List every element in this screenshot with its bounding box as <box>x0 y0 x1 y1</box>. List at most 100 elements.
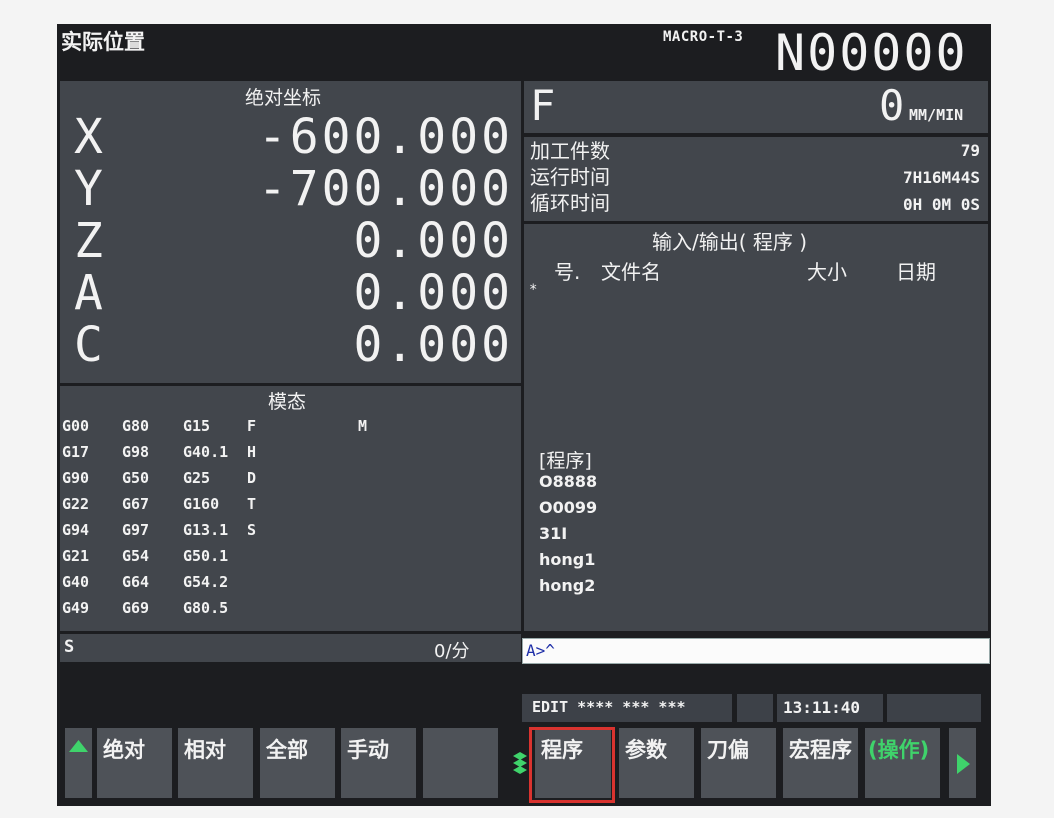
feed-rate-panel: F 0 MM/MIN <box>524 81 988 133</box>
modal-code: T <box>247 495 257 513</box>
axis-name: C <box>74 317 103 373</box>
feed-value: 0 <box>879 81 905 130</box>
modal-code: D <box>247 469 257 487</box>
key-input-buffer[interactable]: A>^ <box>522 638 990 664</box>
axis-value: 0.000 <box>353 265 513 321</box>
softkey-blank[interactable] <box>423 728 498 798</box>
axis-value: -600.000 <box>257 109 513 165</box>
axis-row-z: Z 0.000 <box>60 215 521 267</box>
layers-icon <box>513 752 527 774</box>
column-header-file: 文件名 <box>601 260 661 284</box>
modal-state-panel: 模态 G00 G80 G15 F M G17 G98 G40.1 H G90 G… <box>60 386 521 631</box>
axis-name: A <box>74 265 103 321</box>
softkey-label: 全部 <box>266 738 308 762</box>
counters-panel: 加工件数 79 运行时间 7H16M44S 循环时间 0H 0M 0S <box>524 137 988 221</box>
modal-code: G15 <box>183 417 211 435</box>
axis-value: 0.000 <box>353 213 513 269</box>
counter-value: 7H16M44S <box>902 168 980 187</box>
coordinates-title: 绝对坐标 <box>245 87 322 109</box>
modal-code: G50 <box>122 469 150 487</box>
io-program-panel: 输入/输出( 程序 ) 号. 文件名 大小 日期 * [程序] O8888 O0… <box>524 224 988 631</box>
program-item[interactable]: O0099 <box>539 498 597 517</box>
softkey-label: (操作) <box>868 738 930 762</box>
feed-label: F <box>530 81 556 130</box>
modal-code: G00 <box>62 417 90 435</box>
modal-code: M <box>358 417 368 435</box>
axis-value: 0.000 <box>353 317 513 373</box>
input-text: A>^ <box>526 641 555 660</box>
modal-code: G21 <box>62 547 90 565</box>
column-header-size: 大小 <box>807 260 847 284</box>
triangle-right-icon <box>957 754 970 774</box>
softkey-label: 手动 <box>347 738 389 762</box>
softkey-handle[interactable]: 手动 <box>341 728 416 798</box>
program-item[interactable]: O8888 <box>539 472 597 491</box>
modal-code: G54.2 <box>183 573 229 591</box>
modal-code: G98 <box>122 443 150 461</box>
softkey-absolute[interactable]: 绝对 <box>97 728 172 798</box>
modal-code: G80.5 <box>183 599 229 617</box>
softkey-macro[interactable]: 宏程序 <box>783 728 858 798</box>
counter-label: 循环时间 <box>530 191 610 215</box>
spindle-label: S <box>64 637 75 657</box>
clock-box: 13:11:40 <box>777 694 883 722</box>
screen-title: 实际位置 <box>61 30 145 54</box>
softkey-label: 宏程序 <box>789 738 852 762</box>
status-extra-box <box>887 694 981 722</box>
axis-name: X <box>74 109 103 165</box>
softkey-operation[interactable]: (操作) <box>865 728 940 798</box>
spindle-panel: S 0/分 <box>60 634 521 662</box>
status-blank-box <box>737 694 773 722</box>
modal-code: H <box>247 443 257 461</box>
modal-code: G67 <box>122 495 150 513</box>
axis-name: Y <box>74 161 103 217</box>
modal-code: G13.1 <box>183 521 229 539</box>
mode-status-box: EDIT **** *** *** <box>522 694 732 722</box>
modal-code: G40 <box>62 573 90 591</box>
modal-code: G94 <box>62 521 90 539</box>
softkey-label: 相对 <box>184 738 226 762</box>
modal-code: G50.1 <box>183 547 229 565</box>
feed-unit: MM/MIN <box>909 106 964 124</box>
sequence-number: N00000 <box>775 24 968 82</box>
axis-name: Z <box>74 213 103 269</box>
softkey-label: 程序 <box>541 738 583 762</box>
softkey-prev[interactable] <box>65 728 92 798</box>
axis-row-c: C 0.000 <box>60 319 521 371</box>
softkey-all[interactable]: 全部 <box>260 728 335 798</box>
softkey-label: 刀偏 <box>707 738 749 762</box>
io-title: 输入/输出( 程序 ) <box>652 230 808 254</box>
column-header-date: 日期 <box>896 260 936 284</box>
spindle-value: 0/分 <box>434 641 470 662</box>
program-name: MACRO-T-3 <box>663 29 744 45</box>
counter-label: 运行时间 <box>530 165 610 189</box>
modal-code: G90 <box>62 469 90 487</box>
softkey-program[interactable]: 程序 <box>535 728 611 798</box>
softkey-next[interactable] <box>949 728 976 798</box>
program-list-header: [程序] <box>539 450 592 472</box>
mode-status: EDIT **** *** *** <box>532 698 686 716</box>
cursor-mark: * <box>529 282 538 298</box>
modal-title: 模态 <box>268 391 307 413</box>
modal-code: G49 <box>62 599 90 617</box>
program-item[interactable]: hong2 <box>539 576 595 595</box>
counter-value: 79 <box>960 141 980 160</box>
counter-value: 0H 0M 0S <box>902 195 980 214</box>
softkey-relative[interactable]: 相对 <box>178 728 253 798</box>
clock-time: 13:11:40 <box>783 698 861 717</box>
softkey-parameter[interactable]: 参数 <box>619 728 694 798</box>
triangle-up-icon <box>69 740 88 752</box>
axis-row-y: Y -700.000 <box>60 163 521 215</box>
modal-code: F <box>247 417 257 435</box>
softkey-label: 绝对 <box>103 738 145 762</box>
cnc-screen: 实际位置 MACRO-T-3 N00000 绝对坐标 X -600.000 Y … <box>57 24 991 806</box>
modal-code: S <box>247 521 257 539</box>
modal-code: G160 <box>183 495 220 513</box>
program-item[interactable]: 31I <box>539 524 567 543</box>
modal-code: G64 <box>122 573 150 591</box>
softkey-label: 参数 <box>625 738 667 762</box>
axis-row-x: X -600.000 <box>60 111 521 163</box>
softkey-tool-offset[interactable]: 刀偏 <box>701 728 776 798</box>
axis-row-a: A 0.000 <box>60 267 521 319</box>
program-item[interactable]: hong1 <box>539 550 595 569</box>
